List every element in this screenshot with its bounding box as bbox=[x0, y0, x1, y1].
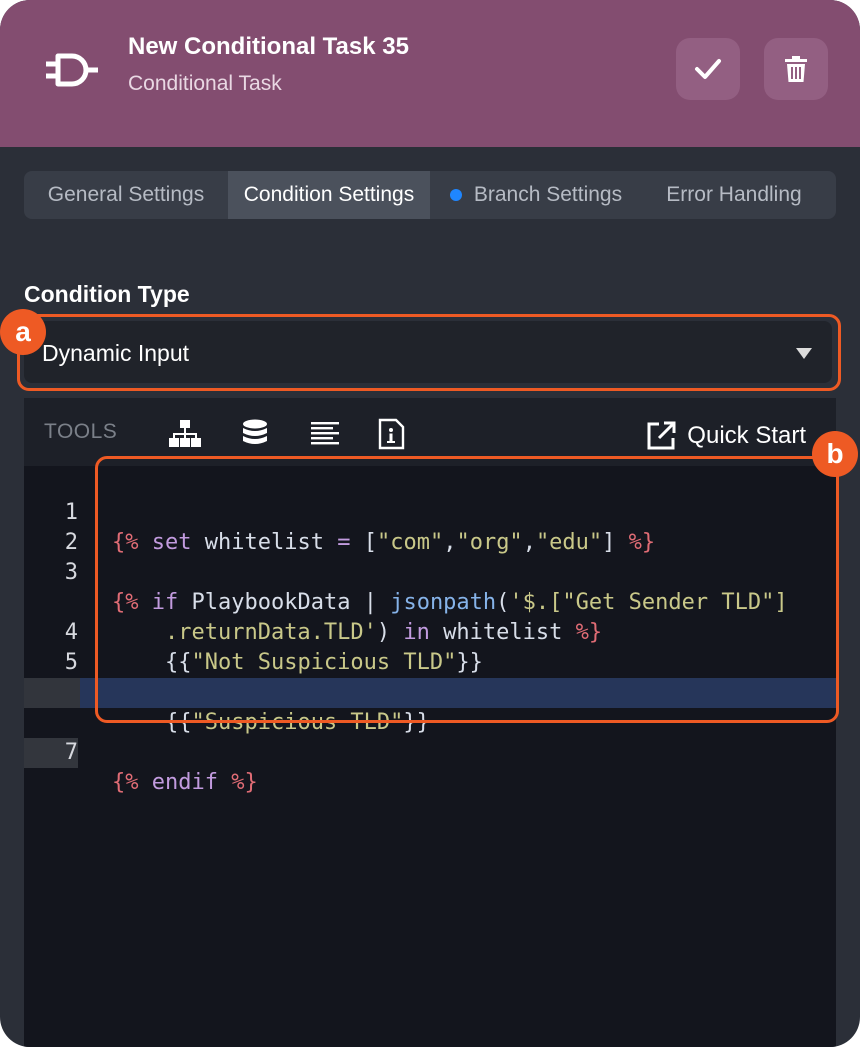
highlight-box-a bbox=[17, 314, 841, 391]
settings-tabs: General Settings Condition Settings Bran… bbox=[24, 171, 836, 219]
tab-error-handling[interactable]: Error Handling bbox=[642, 171, 826, 219]
plug-icon bbox=[46, 53, 98, 87]
tools-label: TOOLS bbox=[44, 420, 118, 443]
tab-condition-settings[interactable]: Condition Settings bbox=[228, 171, 430, 219]
current-line-gutter bbox=[24, 678, 80, 708]
annotation-badge-a: a bbox=[0, 309, 46, 355]
quick-start-link[interactable]: Quick Start bbox=[645, 420, 806, 452]
external-link-icon bbox=[647, 421, 676, 450]
tab-general-settings[interactable]: General Settings bbox=[24, 171, 228, 219]
line-number: 7 bbox=[24, 738, 78, 768]
confirm-button[interactable] bbox=[676, 38, 740, 100]
delete-button[interactable] bbox=[764, 38, 828, 100]
task-subtitle: Conditional Task bbox=[128, 72, 282, 95]
info-file-icon[interactable] bbox=[374, 418, 408, 450]
database-icon[interactable] bbox=[238, 418, 272, 450]
task-title: New Conditional Task 35 bbox=[128, 33, 409, 60]
sitemap-icon[interactable] bbox=[168, 418, 202, 450]
condition-type-label: Condition Type bbox=[24, 281, 190, 307]
tab-branch-settings[interactable]: Branch Settings bbox=[430, 171, 642, 219]
quick-start-label: Quick Start bbox=[687, 422, 806, 449]
code-text: {% endif %} bbox=[112, 770, 258, 795]
check-icon bbox=[695, 59, 721, 79]
highlight-box-b bbox=[95, 456, 839, 723]
annotation-badge-b: b bbox=[812, 431, 858, 477]
branch-indicator-dot bbox=[449, 189, 462, 201]
task-panel: New Conditional Task 35 Conditional Task… bbox=[0, 0, 860, 1047]
align-left-icon[interactable] bbox=[308, 418, 342, 450]
task-header: New Conditional Task 35 Conditional Task bbox=[0, 0, 860, 147]
trash-icon bbox=[785, 56, 807, 82]
